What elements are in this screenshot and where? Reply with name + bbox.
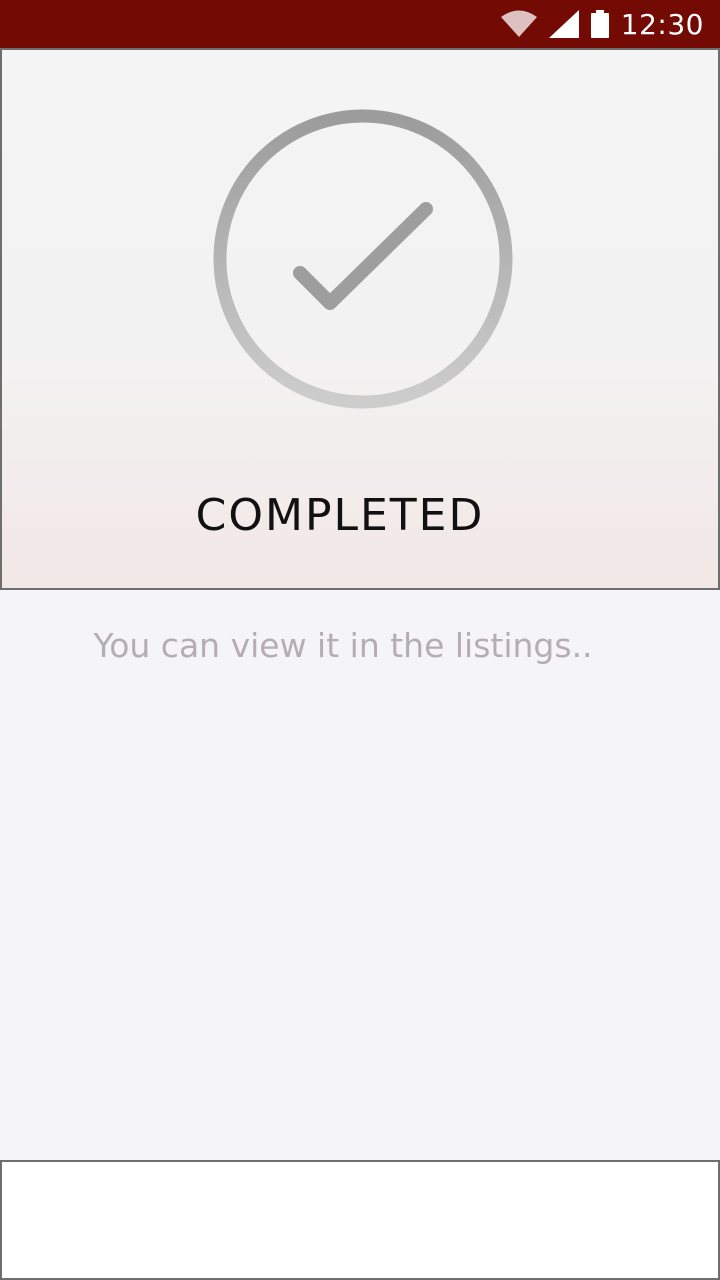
- status-time: 12:30: [620, 7, 704, 41]
- cellular-signal-icon: [548, 10, 579, 38]
- status-bar: 12:30: [0, 0, 720, 48]
- battery-icon: [590, 10, 609, 38]
- completed-title: COMPLETED: [195, 490, 485, 541]
- completion-header: COMPLETED: [0, 48, 720, 590]
- listings-message: You can view it in the listings..: [93, 626, 593, 665]
- check-circle-icon: [210, 106, 516, 412]
- bottom-panel: [0, 1160, 720, 1280]
- wifi-icon: [500, 10, 537, 38]
